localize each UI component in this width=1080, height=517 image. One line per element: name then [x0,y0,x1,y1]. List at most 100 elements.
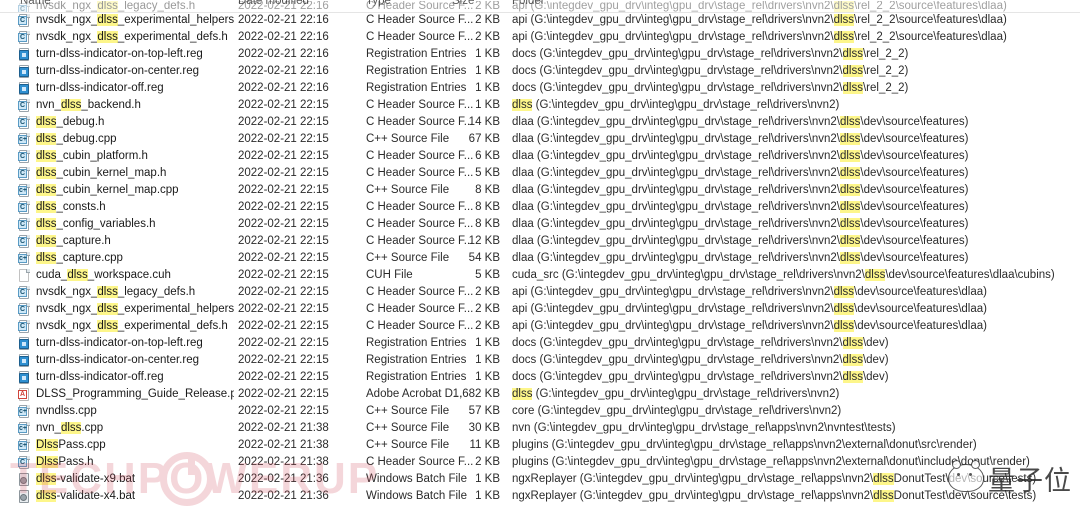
date-modified-cell: 2022-02-21 22:15 [238,133,329,145]
folder-path-cell: dlaa (G:\integdev_gpu_drv\integ\gpu_drv\… [512,116,969,128]
file-name-cell[interactable]: DLSS_Programming_Guide_Release.pdf [36,386,234,403]
file-name-cell[interactable]: nvsdk_ngx_dlss_experimental_defs.h [36,29,228,46]
table-row[interactable]: dlss-validate-x4.bat 2022-02-21 21:36 Wind… [0,488,1080,505]
file-name-cell[interactable]: turn-dlss-indicator-on-center.reg [36,63,199,80]
file-name-cell[interactable]: nvsdk_ngx_dlss_experimental_defs.h [36,318,228,335]
file-name-cell[interactable]: nvn_dlss.cpp [36,420,103,437]
file-size-cell: 14 KB [468,116,500,128]
file-size-cell: 2 KB [475,303,500,315]
file-size-cell: 8 KB [475,218,500,230]
file-size-cell: 1 KB [475,48,500,60]
table-row[interactable]: c+ nvn_dlss.cpp 2022-02-21 21:38 C++ Source… [0,420,1080,437]
file-name-cell[interactable]: DlssPass.h [36,454,94,471]
file-name-cell[interactable]: dlss_debug.h [36,114,104,131]
file-name-cell[interactable]: dlss_debug.cpp [36,131,117,148]
date-modified-cell: 2022-02-21 22:16 [238,1,329,12]
file-name-cell[interactable]: nvsdk_ngx_dlss_legacy_defs.h [36,284,195,301]
table-row[interactable]: Cdlss_debug.h 2022-02-21 22:15 C Header So… [0,114,1080,131]
table-row[interactable]: Cdlss_cubin_platform.h 2022-02-21 22:15 C … [0,148,1080,165]
table-row[interactable]: Cdlss_consts.h 2022-02-21 22:15 C Header S… [0,199,1080,216]
file-name-cell[interactable]: nvsdk_ngx_dlss_experimental_helpers.h [36,301,234,318]
file-name-cell[interactable]: turn-dlss-indicator-on-top-left.reg [36,335,203,352]
file-size-cell: 1 KB [475,99,500,111]
registry-file-icon [18,82,31,97]
file-name-cell[interactable]: dlss-validate-x9.bat [36,471,135,488]
file-icon-cell: C [18,233,32,250]
file-size-cell: 1 KB [475,490,500,502]
table-row[interactable]: turn-dlss-indicator-on-center.reg 2022-02… [0,63,1080,80]
batch-file-icon [18,490,31,505]
c-header-file-icon: C [18,286,31,301]
file-name-cell[interactable]: dlss_capture.h [36,233,111,250]
table-row[interactable]: c+ DlssPass.cpp 2022-02-21 21:38 C++ Source… [0,437,1080,454]
registry-file-icon [18,48,31,63]
file-name-cell[interactable]: cuda_dlss_workspace.cuh [36,267,171,284]
file-name-cell[interactable]: turn-dlss-indicator-on-center.reg [36,352,199,369]
file-name-cell[interactable]: turn-dlss-indicator-on-top-left.reg [36,46,203,63]
file-name-cell[interactable]: DlssPass.cpp [36,437,106,454]
file-icon-cell [18,80,32,97]
table-row[interactable]: c+ dlss_debug.cpp 2022-02-21 22:15 C++ Sour… [0,131,1080,148]
file-name-cell[interactable]: nvsdk_ngx_dlss_legacy_defs.h [36,1,195,12]
file-size-cell: 1 KB [475,65,500,77]
file-size-cell: 67 KB [468,133,500,145]
table-row[interactable]: c+ nvndlss.cpp 2022-02-21 22:15 C++ Source … [0,403,1080,420]
file-icon-cell: c+ [18,403,32,420]
folder-path-cell: dlaa (G:\integdev_gpu_drv\integ\gpu_drv\… [512,184,969,196]
file-name-cell[interactable]: dlss_capture.cpp [36,250,123,267]
file-icon-cell: C [18,114,32,131]
file-name-cell[interactable]: turn-dlss-indicator-off.reg [36,369,164,386]
table-row[interactable]: Cnvn_dlss_backend.h 2022-02-21 22:15 C Hea… [0,97,1080,114]
file-icon-cell: C [18,301,32,318]
table-row[interactable]: cuda_dlss_workspace.cuh 2022-02-21 22:15 C… [0,267,1080,284]
file-name-cell[interactable]: dlss_cubin_kernel_map.cpp [36,182,179,199]
table-row[interactable]: turn-dlss-indicator-off.reg 2022-02-21 22… [0,80,1080,97]
file-name-cell[interactable]: dlss_cubin_platform.h [36,148,148,165]
file-name-cell[interactable]: nvsdk_ngx_dlss_experimental_helpers.h [36,12,234,29]
folder-path-cell: nvn (G:\integdev_gpu_drv\integ\gpu_drv\s… [512,422,896,434]
table-row[interactable]: turn-dlss-indicator-on-top-left.reg 2022-… [0,335,1080,352]
plain-file-icon [18,269,31,284]
folder-path-cell: dlaa (G:\integdev_gpu_drv\integ\gpu_drv\… [512,167,969,179]
table-row[interactable]: C DlssPass.h 2022-02-21 21:38 C Header Sour… [0,454,1080,471]
table-row[interactable]: dlss-validate-x9.bat 2022-02-21 21:36 Wind… [0,471,1080,488]
folder-path-cell: api (G:\integdev_gpu_drv\integ\gpu_drv\s… [512,1,1007,12]
table-row[interactable]: Cnvsdk_ngx_dlss_legacy_defs.h 2022-02-21 … [0,1,1080,12]
c-header-file-icon: C [18,150,31,165]
file-name-cell[interactable]: dlss_consts.h [36,199,106,216]
file-list[interactable]: Cnvsdk_ngx_dlss_legacy_defs.h 2022-02-21 … [0,1,1080,505]
table-row[interactable]: Cnvsdk_ngx_dlss_legacy_defs.h 2022-02-21 … [0,284,1080,301]
date-modified-cell: 2022-02-21 22:15 [238,150,329,162]
file-name-cell[interactable]: nvndlss.cpp [36,403,97,420]
file-name-cell[interactable]: dlss-validate-x4.bat [36,488,135,505]
file-name-cell[interactable]: nvn_dlss_backend.h [36,97,141,114]
table-row[interactable]: Cdlss_capture.h 2022-02-21 22:15 C Header … [0,233,1080,250]
c-header-file-icon: C [18,14,31,29]
table-row[interactable]: Cdlss_cubin_kernel_map.h 2022-02-21 22:15… [0,165,1080,182]
table-row[interactable]: Cnvsdk_ngx_dlss_experimental_helpers.h 20… [0,301,1080,318]
table-row[interactable]: A DLSS_Programming_Guide_Release.pdf 2022-… [0,386,1080,403]
file-size-cell: 1 KB [475,371,500,383]
file-icon-cell [18,63,32,80]
registry-file-icon [18,371,31,386]
folder-path-cell: plugins (G:\integdev_gpu_drv\integ\gpu_d… [512,439,977,451]
file-icon-cell [18,352,32,369]
file-type-cell: CUH File [366,269,413,281]
table-row[interactable]: Cdlss_config_variables.h 2022-02-21 22:15… [0,216,1080,233]
date-modified-cell: 2022-02-21 22:15 [238,354,329,366]
folder-path-cell: docs (G:\integdev_gpu_drv\integ\gpu_drv\… [512,371,889,383]
file-size-cell: 1 KB [475,473,500,485]
date-modified-cell: 2022-02-21 22:15 [238,320,329,332]
table-row[interactable]: Cnvsdk_ngx_dlss_experimental_defs.h 2022-… [0,29,1080,46]
table-row[interactable]: turn-dlss-indicator-off.reg 2022-02-21 22… [0,369,1080,386]
file-name-cell[interactable]: turn-dlss-indicator-off.reg [36,80,164,97]
table-row[interactable]: turn-dlss-indicator-on-top-left.reg 2022-… [0,46,1080,63]
table-row[interactable]: c+ dlss_capture.cpp 2022-02-21 22:15 C++ So… [0,250,1080,267]
table-row[interactable]: Cnvsdk_ngx_dlss_experimental_helpers.h 20… [0,12,1080,29]
table-row[interactable]: turn-dlss-indicator-on-center.reg 2022-02… [0,352,1080,369]
table-row[interactable]: Cnvsdk_ngx_dlss_experimental_defs.h 2022-… [0,318,1080,335]
file-name-cell[interactable]: dlss_config_variables.h [36,216,156,233]
table-row[interactable]: c+ dlss_cubin_kernel_map.cpp 2022-02-21 22… [0,182,1080,199]
file-name-cell[interactable]: dlss_cubin_kernel_map.h [36,165,166,182]
file-size-cell: 2 KB [475,320,500,332]
